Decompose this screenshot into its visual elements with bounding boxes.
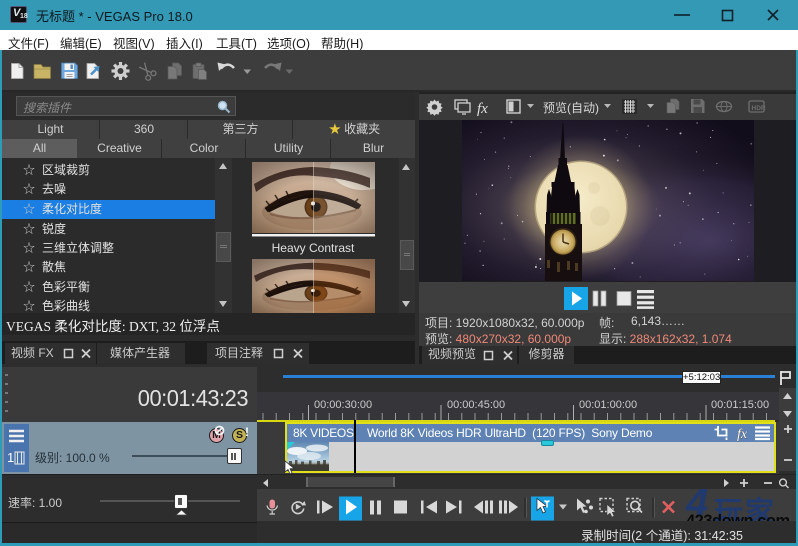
svg-text:HDR: HDR xyxy=(752,105,766,112)
svg-text:1: 1 xyxy=(7,450,14,465)
svg-text:fx: fx xyxy=(737,427,748,442)
svg-text:fx: fx xyxy=(477,101,488,117)
